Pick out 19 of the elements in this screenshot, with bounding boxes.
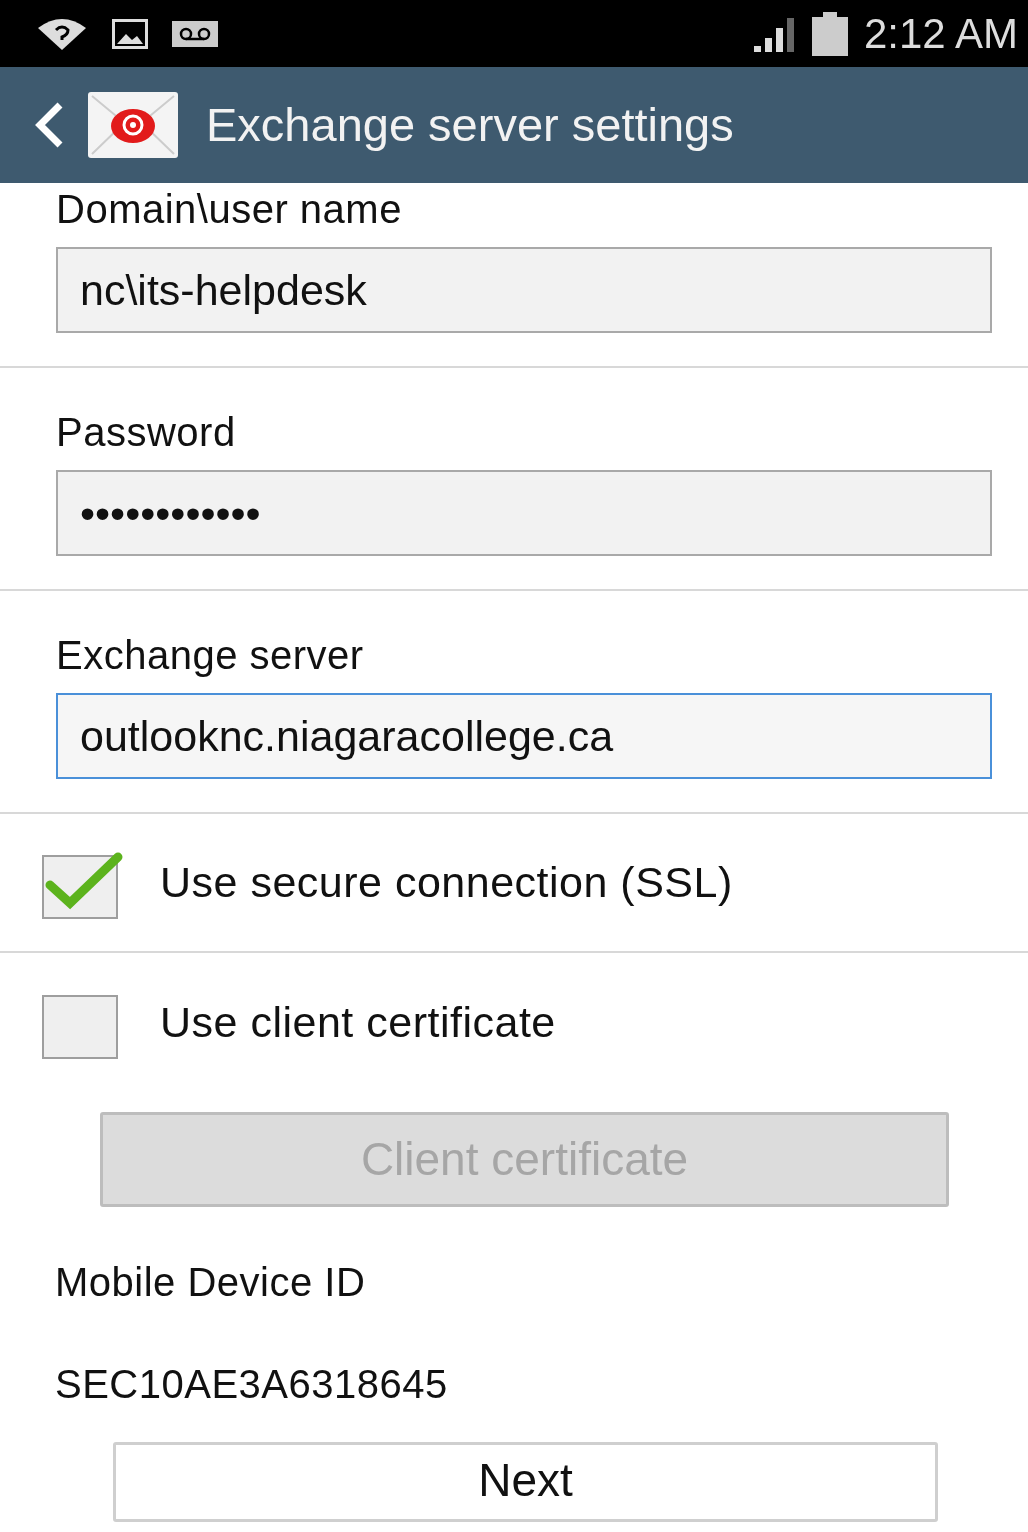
next-button[interactable]: Next [113,1442,938,1522]
option-label: Use secure connection (SSL) [160,857,733,909]
device-id-value: SEC10AE3A6318645 [55,1361,449,1408]
input-field[interactable]: •••••••••••• [56,470,992,556]
field-label: Exchange server [56,632,365,679]
image-icon [112,18,148,49]
input-field[interactable]: nc\its-helpdesk [56,247,992,333]
field-label: Domain\user name [56,186,403,233]
status-time: 2:12 AM [863,9,1018,59]
voicemail-icon [172,20,218,47]
screen-title: Exchange server settings [206,96,734,153]
back-icon[interactable] [34,102,64,148]
battery-icon [811,11,848,56]
field-label: Password [56,409,237,456]
option-label: Use client certificate [160,997,556,1049]
email-app-icon [88,92,178,158]
device-id-label: Mobile Device ID [55,1259,367,1306]
input-field[interactable]: outlooknc.niagaracollege.ca [56,693,992,779]
wifi-icon [36,17,88,50]
